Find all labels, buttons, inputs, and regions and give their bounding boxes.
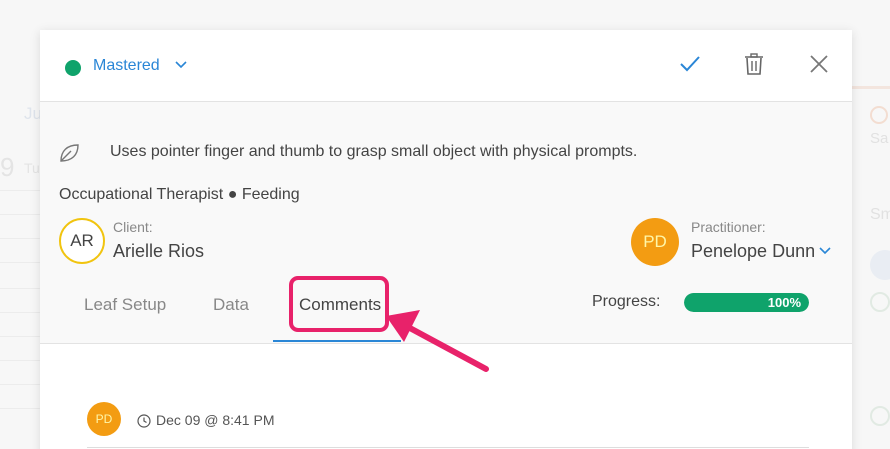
trash-icon[interactable] [742,52,766,76]
client-name: Arielle Rios [113,241,205,261]
goal-description: Uses pointer finger and thumb to grasp s… [110,143,638,160]
tab-data[interactable]: Data [213,295,249,315]
category-label: Feeding [241,186,300,203]
modal-header: Mastered [40,30,852,102]
discipline-label: Occupational Therapist [59,186,224,203]
progress-label: Progress: [592,293,661,310]
leaf-icon [60,144,79,162]
progress-value: 100% [767,295,801,310]
progress-bar: 100% [684,293,809,312]
goal-meta: Occupational Therapist ● Feeding [59,186,300,204]
comments-panel: PD Dec 09 @ 8:41 PM [40,344,852,449]
comment-divider [87,447,809,448]
tab-leaf-setup[interactable]: Leaf Setup [84,295,166,315]
client-role-label: Client: [113,219,153,235]
clock-icon [137,414,151,428]
modal-body: Uses pointer finger and thumb to grasp s… [40,102,852,449]
status-dropdown[interactable]: Mastered [93,57,160,75]
close-icon[interactable] [807,52,831,76]
comment-timestamp: Dec 09 @ 8:41 PM [156,412,275,428]
practitioner-name[interactable]: Penelope Dunn [691,241,815,262]
client-avatar: AR [59,218,105,264]
chevron-down-icon[interactable] [818,244,832,258]
practitioner-role-label: Practitioner: [691,219,766,235]
status-dot [65,60,81,76]
practitioner-avatar: PD [631,218,679,266]
meta-separator: ● [227,186,238,203]
comment-author-avatar: PD [87,402,121,436]
check-icon[interactable] [678,52,702,76]
active-tab-indicator [273,340,401,342]
goal-detail-modal: Mastered Uses pointer finger and thumb t… [40,30,852,449]
annotation-highlight-box [289,276,389,332]
chevron-down-icon[interactable] [174,58,188,72]
